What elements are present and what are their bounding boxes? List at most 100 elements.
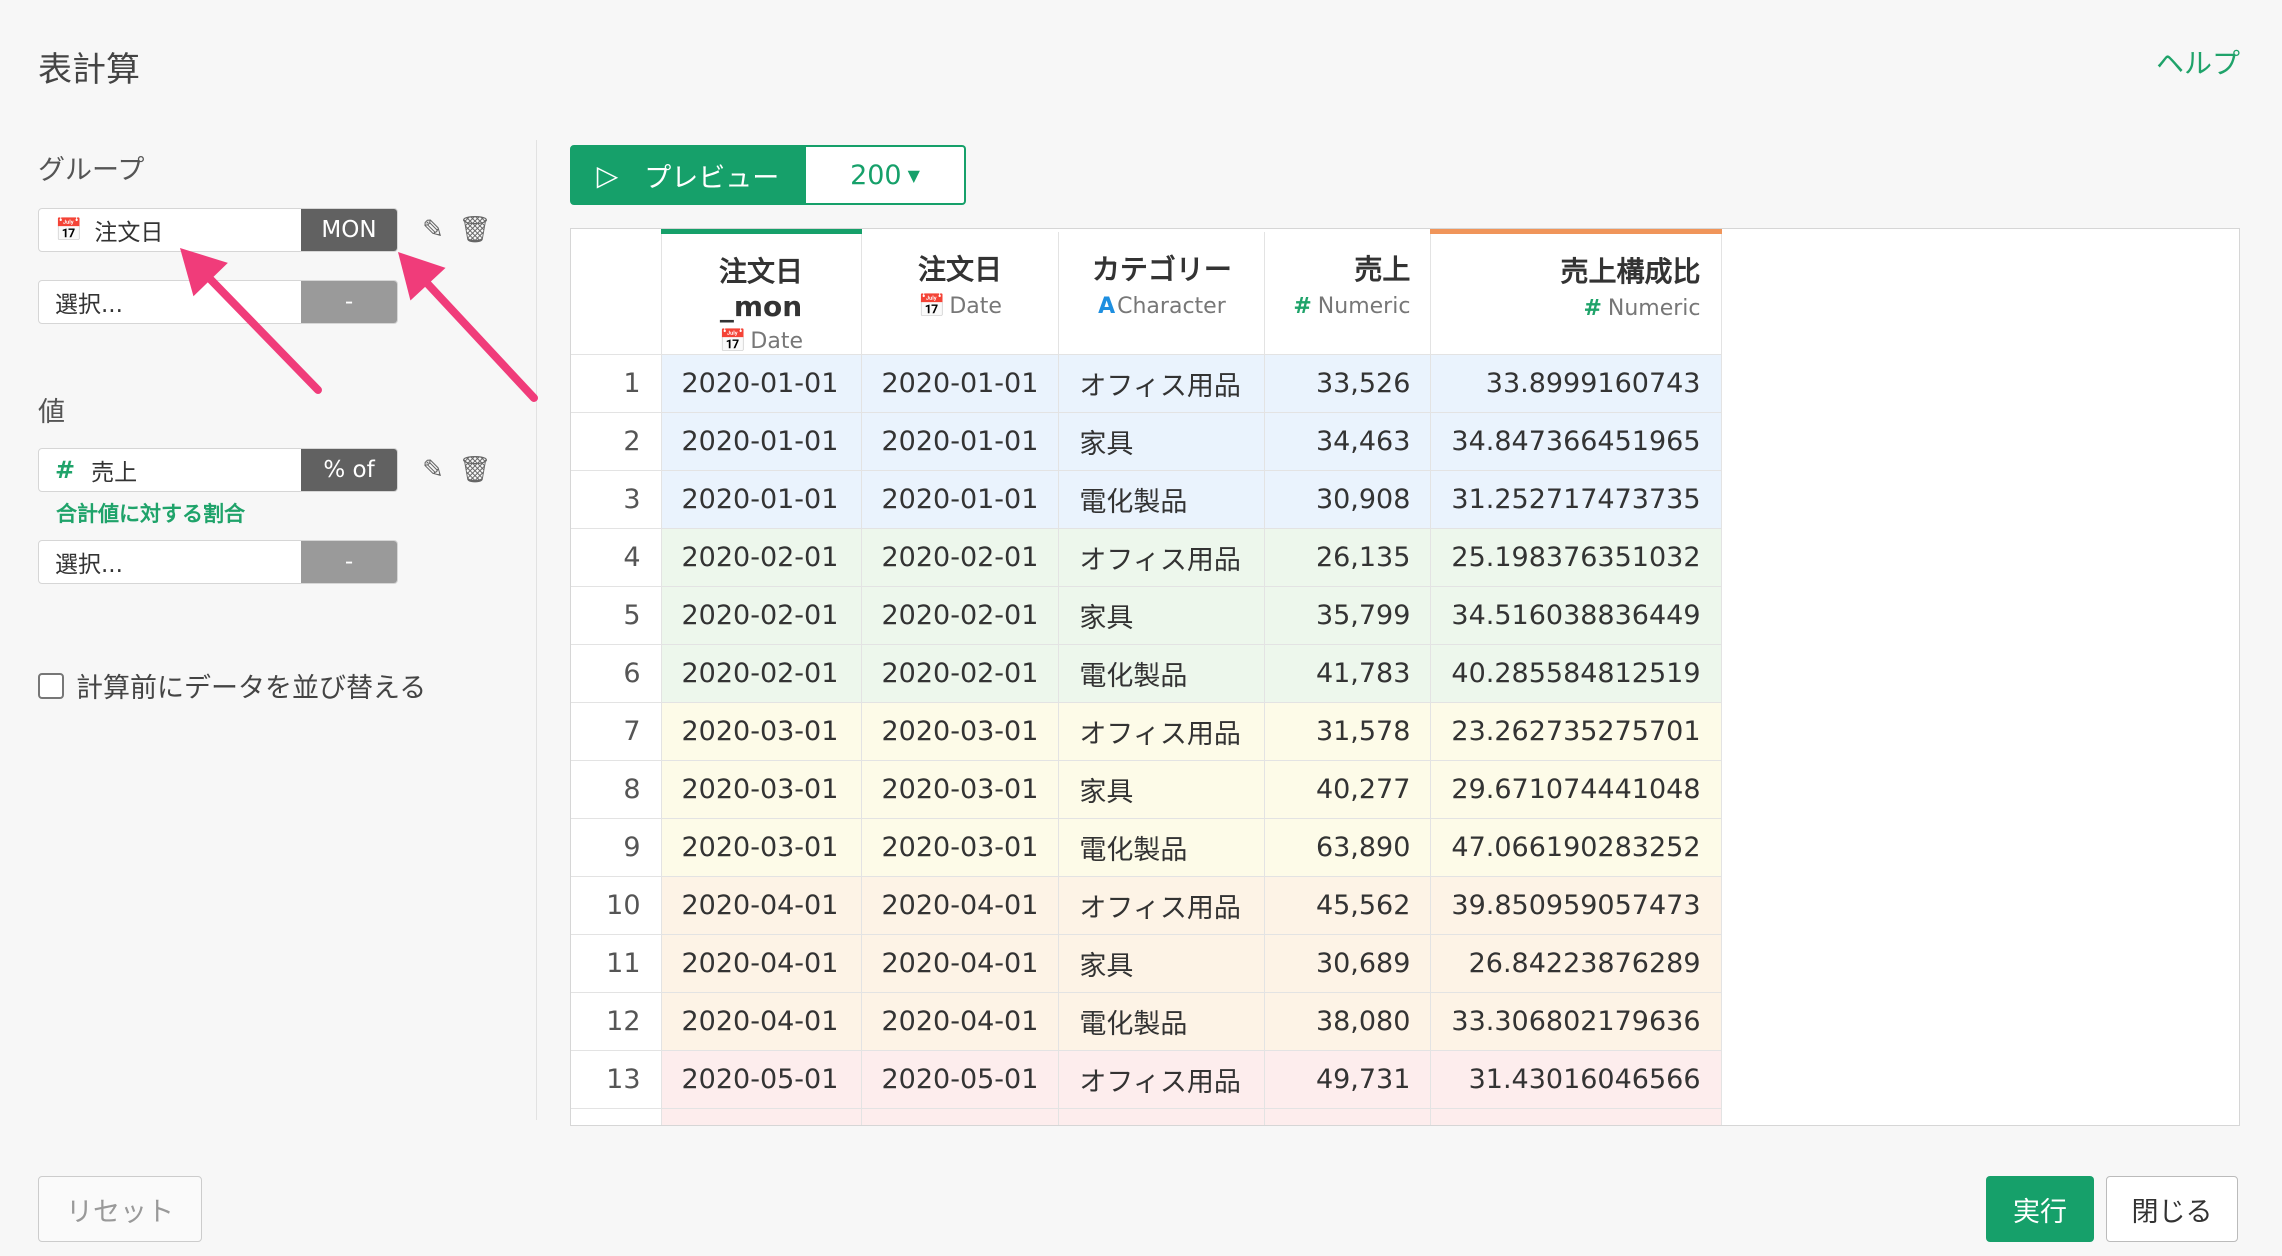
group-field-1[interactable]: 📅 注文日 MON [38,208,398,252]
table-row: 4 2020-02-01 2020-02-01 オフィス用品 26,135 25.1983… [571,528,1722,587]
table-row: 5 2020-02-01 2020-02-01 家具 35,799 34.51603883… [571,586,1722,645]
cell-order-month: 2020-01-01 [661,412,862,471]
cell-sales-ratio: 34.847366451965 [1430,412,1722,471]
value-field-2-select[interactable]: 選択... [39,541,301,583]
table-row: 2 2020-01-01 2020-01-01 家具 34,463 34.84736645… [571,412,1722,471]
cell-category: 家具 [1058,934,1266,993]
cell-category: 電化製品 [1058,470,1266,529]
table-row: 12 2020-04-01 2020-04-01 電化製品 38,080 33.30680… [571,992,1722,1051]
cell-sales: 31,578 [1264,702,1432,761]
calendar-icon: 📅 [719,329,747,354]
row-index: 14 [571,1108,662,1125]
column-header[interactable]: 注文日_mon 📅 Date [661,229,862,355]
row-index-header [571,231,662,355]
cell-sales: 63,890 [1264,818,1432,877]
table-row: 8 2020-03-01 2020-03-01 家具 40,277 29.67107444… [571,760,1722,819]
group-field-2-select[interactable]: 選択... [39,281,301,323]
cell-sales: 38,080 [1264,992,1432,1051]
group-field-2[interactable]: 選択... - [38,280,398,324]
cell-sales-ratio: 31.43016046566 [1430,1050,1722,1109]
table-row: 9 2020-03-01 2020-03-01 電化製品 63,890 47.066190… [571,818,1722,877]
cell-category: オフィス用品 [1058,354,1266,413]
cell-order-month: 2020-01-01 [661,470,862,529]
cell-sales: 49,768 [1264,1108,1432,1125]
cell-order-month: 2020-02-01 [661,644,862,703]
column-header[interactable]: 注文日 📅 Date [861,231,1060,355]
annotation-arrow-2 [398,252,538,402]
cell-order-month: 2020-01-01 [661,354,862,413]
cell-order-date: 2020-02-01 [861,644,1060,703]
cell-category: 家具 [1058,586,1266,645]
edit-icon[interactable]: ✎ [418,455,448,485]
table-row: 7 2020-03-01 2020-03-01 オフィス用品 31,578 23.2627… [571,702,1722,761]
table-row: 13 2020-05-01 2020-05-01 オフィス用品 49,731 31.430… [571,1050,1722,1109]
cell-category: 家具 [1058,412,1266,471]
play-icon: ▷ [596,158,619,192]
cell-order-month: 2020-04-01 [661,992,862,1051]
cell-order-month: 2020-03-01 [661,760,862,819]
value-field-2[interactable]: 選択... - [38,540,398,584]
reset-button[interactable]: リセット [38,1176,202,1242]
cell-sales: 30,689 [1264,934,1432,993]
cell-order-date: 2020-03-01 [861,818,1060,877]
help-link[interactable]: ヘルプ [2156,42,2240,82]
group-section-label: グループ [38,155,145,186]
table-row: 1 2020-01-01 2020-01-01 オフィス用品 33,526 33.8999… [571,354,1722,413]
value-field-1[interactable]: # 売上 % of [38,448,398,492]
cell-sales-ratio: 40.285584812519 [1430,644,1722,703]
cell-order-date: 2020-01-01 [861,354,1060,413]
group-field-1-name: 注文日 [94,220,164,246]
close-button[interactable]: 閉じる [2106,1176,2238,1242]
table-row: 6 2020-02-01 2020-02-01 電化製品 41,783 40.285584… [571,644,1722,703]
value-field-1-calc[interactable]: % of [301,449,397,491]
caret-down-icon: ▼ [907,165,920,185]
value-field-2-tag: - [301,541,397,583]
sort-option[interactable]: 計算前にデータを並び替える [38,666,426,705]
table-row: 11 2020-04-01 2020-04-01 家具 30,689 26.8422387… [571,934,1722,993]
cell-category: 電化製品 [1058,992,1266,1051]
cell-order-date: 2020-04-01 [861,934,1060,993]
row-index: 12 [571,992,662,1051]
cell-order-month: 2020-03-01 [661,702,862,761]
cell-order-date: 2020-03-01 [861,702,1060,761]
value-field-1-name: 売上 [91,460,138,486]
cell-order-month: 2020-03-01 [661,818,862,877]
preview-button[interactable]: ▷ プレビュー [570,145,806,205]
cell-category: 家具 [1058,760,1266,819]
cell-sales-ratio: 31.453544590999 [1430,1108,1722,1125]
cell-category: オフィス用品 [1058,702,1266,761]
sort-checkbox[interactable] [38,672,64,699]
cell-category: オフィス用品 [1058,876,1266,935]
value-calc-note: 合計値に対する割合 [56,502,245,526]
table-row: 10 2020-04-01 2020-04-01 オフィス用品 45,562 39.850… [571,876,1722,935]
row-index: 7 [571,702,662,761]
row-count-dropdown[interactable]: 200 ▼ [806,145,966,205]
cell-sales-ratio: 31.252717473735 [1430,470,1722,529]
table-header-row: 注文日_mon 📅 Date 注文日 📅 Date カテゴリー ACharacter… [571,229,1722,355]
group-field-1-granularity[interactable]: MON [301,209,397,251]
trash-icon[interactable]: 🗑 [459,455,492,485]
preview-label: プレビュー [644,162,780,194]
column-header[interactable]: カテゴリー ACharacter [1058,231,1266,355]
cell-order-month: 2020-04-01 [661,934,862,993]
column-header[interactable]: 売上 # Numeric [1264,231,1432,355]
cell-order-date: 2020-02-01 [861,586,1060,645]
character-type-icon: A [1098,293,1116,319]
group-field-row-2: 選択... - [38,280,398,324]
row-index: 4 [571,528,662,587]
hash-icon: # [55,456,76,484]
cell-sales-ratio: 39.850959057473 [1430,876,1722,935]
cell-order-month: 2020-04-01 [661,876,862,935]
trash-icon[interactable]: 🗑 [459,215,492,245]
cell-category: 家具 [1058,1108,1266,1125]
edit-icon[interactable]: ✎ [418,215,448,245]
cell-order-month: 2020-05-01 [661,1108,862,1125]
cell-category: 電化製品 [1058,644,1266,703]
cell-sales-ratio: 26.84223876289 [1430,934,1722,993]
run-button[interactable]: 実行 [1986,1176,2094,1242]
cell-order-date: 2020-03-01 [861,760,1060,819]
cell-order-month: 2020-05-01 [661,1050,862,1109]
row-index: 8 [571,760,662,819]
column-header[interactable]: 売上構成比 # Numeric [1430,229,1722,355]
cell-sales: 35,799 [1264,586,1432,645]
